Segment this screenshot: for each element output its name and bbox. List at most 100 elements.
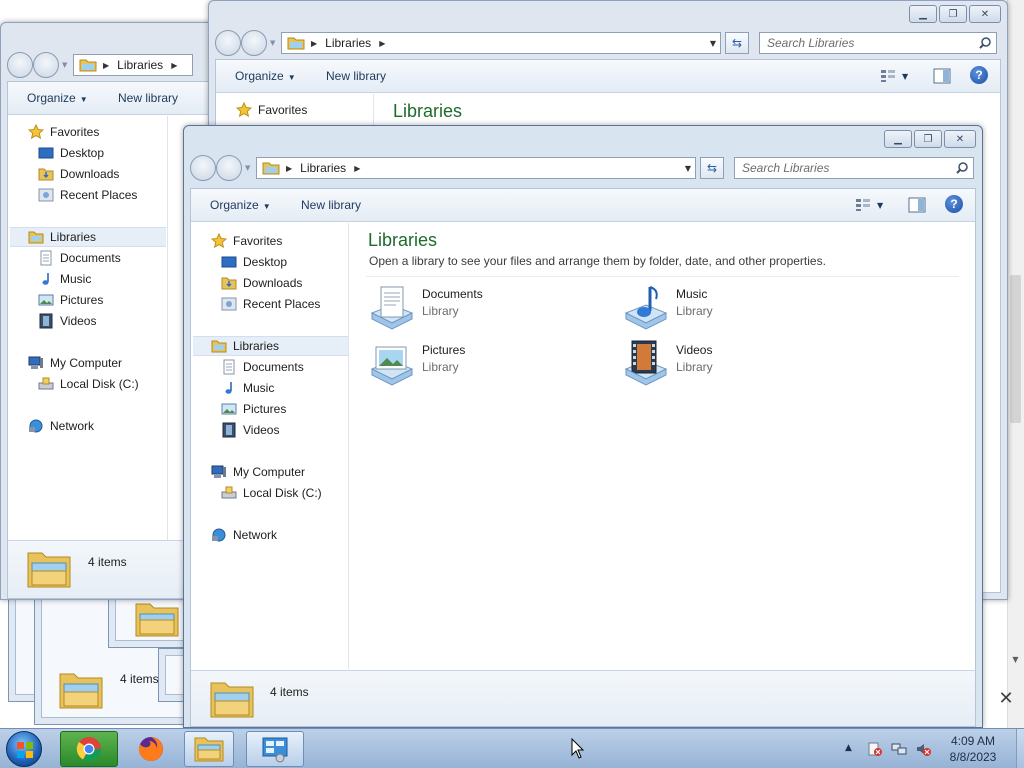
maximize-button[interactable]: ❐ <box>914 130 942 148</box>
system-clock[interactable]: 4:09 AM 8/8/2023 <box>932 733 1014 765</box>
nav-local-disk[interactable]: Local Disk (C:) <box>38 374 139 394</box>
nav-videos[interactable]: Videos <box>38 311 96 331</box>
nav-downloads[interactable]: Downloads <box>38 164 119 184</box>
preview-pane-icon[interactable] <box>933 67 951 85</box>
nav-documents[interactable]: Documents <box>221 357 304 377</box>
start-button[interactable] <box>6 731 42 767</box>
address-history-dropdown[interactable]: ▼ <box>685 164 691 173</box>
help-button[interactable]: ? <box>970 66 988 84</box>
recent-pages-dropdown[interactable]: ▼ <box>270 39 275 47</box>
background-close-icon[interactable]: ✕ <box>994 688 1018 712</box>
forward-button[interactable] <box>216 155 242 181</box>
back-button[interactable] <box>215 30 241 56</box>
search-icon[interactable] <box>955 161 969 175</box>
minimize-button[interactable]: ▁ <box>909 5 937 23</box>
desktop-icon <box>38 147 54 159</box>
pictures-icon <box>221 403 237 415</box>
volume-muted-icon[interactable] <box>915 741 931 757</box>
nav-music[interactable]: Music <box>221 378 274 398</box>
back-button[interactable] <box>190 155 216 181</box>
desktop-icon <box>221 256 237 268</box>
organize-button[interactable]: Organize ▼ <box>235 69 296 83</box>
new-library-button[interactable]: New library <box>118 91 178 105</box>
close-button[interactable]: ✕ <box>944 130 976 148</box>
address-separator-arrow[interactable]: ▶ <box>286 164 292 173</box>
explorer-window-active[interactable]: ▁ ❐ ✕ ▼ ▶ Libraries ▶ ▼ ⇆ Search Librari… <box>183 125 983 728</box>
forward-button[interactable] <box>33 52 59 78</box>
organize-button[interactable]: Organize ▼ <box>210 198 271 212</box>
change-view-button[interactable]: ▼ <box>855 196 885 214</box>
library-tile-documents[interactable]: Documents Library <box>368 283 483 331</box>
preview-pane-icon[interactable] <box>908 196 926 214</box>
address-bar[interactable]: ▶ Libraries ▶ <box>73 54 193 76</box>
search-input[interactable]: Search Libraries <box>759 32 997 54</box>
taskbar-explorer[interactable] <box>184 731 234 767</box>
nav-network[interactable]: Network <box>211 525 277 545</box>
recent-pages-dropdown[interactable]: ▼ <box>62 61 67 69</box>
change-view-button[interactable]: ▼ <box>880 67 910 85</box>
address-bar[interactable]: ▶ Libraries ▶ ▼ <box>256 157 696 179</box>
library-tile-pictures[interactable]: Pictures Library <box>368 339 465 387</box>
nav-favorites[interactable]: Favorites <box>28 122 99 142</box>
close-button[interactable]: ✕ <box>969 5 1001 23</box>
address-separator-arrow[interactable]: ▶ <box>311 39 317 48</box>
navigation-row: ▼ ▶ Libraries ▶ ▼ ⇆ Search Libraries <box>215 29 1001 59</box>
nav-libraries[interactable]: Libraries <box>193 336 348 356</box>
nav-music[interactable]: Music <box>38 269 91 289</box>
new-library-button[interactable]: New library <box>301 198 361 212</box>
search-input[interactable]: Search Libraries <box>734 157 974 179</box>
taskbar: ▲ 4:09 AM 8/8/2023 <box>0 728 1024 768</box>
background-scroll-down-arrow[interactable]: ▼ <box>1010 655 1021 667</box>
network-status-icon[interactable] <box>891 741 907 757</box>
nav-network[interactable]: Network <box>28 416 94 436</box>
nav-my-computer[interactable]: My Computer <box>211 462 305 482</box>
address-segment[interactable]: Libraries <box>300 161 346 175</box>
nav-favorites[interactable]: Favorites <box>236 100 307 120</box>
help-button[interactable]: ? <box>945 195 963 213</box>
nav-documents[interactable]: Documents <box>38 248 121 268</box>
refresh-button[interactable]: ⇆ <box>725 32 749 54</box>
refresh-button[interactable]: ⇆ <box>700 157 724 179</box>
address-separator-arrow[interactable]: ▶ <box>103 61 109 70</box>
organize-button[interactable]: Organize ▼ <box>27 91 88 105</box>
library-tile-music[interactable]: Music Library <box>622 283 713 331</box>
taskbar-control-panel[interactable] <box>246 731 304 767</box>
nav-desktop[interactable]: Desktop <box>38 143 104 163</box>
address-segment[interactable]: Libraries <box>325 36 371 50</box>
nav-favorites[interactable]: Favorites <box>211 231 282 251</box>
nav-local-disk[interactable]: Local Disk (C:) <box>221 483 322 503</box>
address-history-dropdown[interactable]: ▼ <box>710 39 716 48</box>
show-hidden-icons-button[interactable]: ▲ <box>845 743 852 753</box>
new-library-button[interactable]: New library <box>326 69 386 83</box>
maximize-button[interactable]: ❐ <box>939 5 967 23</box>
forward-button[interactable] <box>241 30 267 56</box>
command-bar: Organize ▼ New library <box>8 82 218 115</box>
address-bar[interactable]: ▶ Libraries ▶ ▼ <box>281 32 721 54</box>
library-tile-videos[interactable]: Videos Library <box>622 339 713 387</box>
back-button[interactable] <box>7 52 33 78</box>
nav-my-computer[interactable]: My Computer <box>28 353 122 373</box>
nav-pictures[interactable]: Pictures <box>38 290 103 310</box>
nav-libraries[interactable]: Libraries <box>10 227 166 247</box>
show-desktop-button[interactable] <box>1016 729 1024 768</box>
nav-videos[interactable]: Videos <box>221 420 279 440</box>
nav-downloads[interactable]: Downloads <box>221 273 302 293</box>
search-icon[interactable] <box>978 36 992 50</box>
clock-time: 4:09 AM <box>950 734 996 748</box>
address-separator-arrow[interactable]: ▶ <box>354 164 360 173</box>
address-separator-arrow[interactable]: ▶ <box>171 61 177 70</box>
nav-desktop[interactable]: Desktop <box>221 252 287 272</box>
minimize-button[interactable]: ▁ <box>884 130 912 148</box>
documents-icon <box>40 250 52 266</box>
taskbar-chrome[interactable] <box>60 731 118 767</box>
title-bar[interactable] <box>184 126 982 154</box>
nav-recent-places[interactable]: Recent Places <box>38 185 137 205</box>
address-segment[interactable]: Libraries <box>117 58 163 72</box>
taskbar-firefox[interactable] <box>122 731 180 767</box>
nav-pictures[interactable]: Pictures <box>221 399 286 419</box>
nav-recent-places[interactable]: Recent Places <box>221 294 320 314</box>
address-separator-arrow[interactable]: ▶ <box>379 39 385 48</box>
action-center-icon[interactable] <box>867 741 883 757</box>
recent-pages-dropdown[interactable]: ▼ <box>245 164 250 172</box>
background-scrollbar-thumb[interactable] <box>1010 275 1021 423</box>
